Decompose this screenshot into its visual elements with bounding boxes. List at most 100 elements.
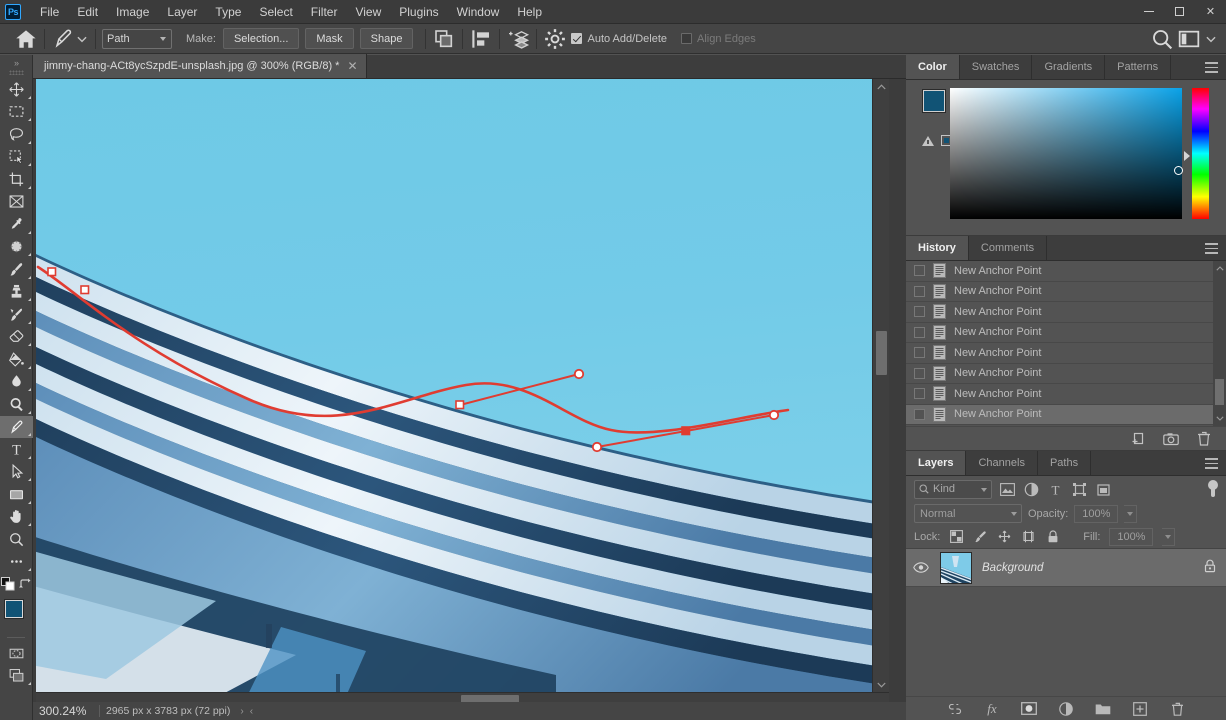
delete-layer-icon[interactable]: [1169, 701, 1185, 717]
auto-add-delete-checkbox[interactable]: Auto Add/Delete: [571, 33, 667, 45]
menu-type[interactable]: Type: [206, 1, 250, 23]
tab-comments[interactable]: Comments: [969, 236, 1048, 260]
menu-plugins[interactable]: Plugins: [390, 1, 447, 23]
history-state-row[interactable]: New Anchor Point: [906, 302, 1226, 323]
history-source-checkbox[interactable]: [914, 347, 925, 359]
eye-icon[interactable]: [912, 562, 930, 573]
canvas-area[interactable]: [33, 79, 906, 720]
history-scrollbar[interactable]: [1213, 261, 1226, 426]
opacity-value[interactable]: 100%: [1074, 504, 1119, 523]
menu-file[interactable]: File: [31, 1, 68, 23]
tool-mode-select[interactable]: Path: [102, 28, 172, 49]
hue-slider-marker[interactable]: [1184, 151, 1190, 161]
gear-icon[interactable]: [543, 28, 567, 50]
history-state-row[interactable]: New Anchor Point: [906, 343, 1226, 364]
history-source-checkbox[interactable]: [914, 388, 925, 400]
default-colors-icon[interactable]: [1, 576, 15, 594]
history-source-checkbox[interactable]: [914, 306, 925, 318]
history-scroll-down-icon[interactable]: [1213, 411, 1226, 426]
minimize-button[interactable]: [1133, 0, 1164, 24]
new-snapshot-icon[interactable]: [1163, 431, 1179, 447]
opacity-stepper-icon[interactable]: [1124, 504, 1138, 523]
menu-select[interactable]: Select: [250, 1, 301, 23]
tool-eyedropper[interactable]: [0, 213, 33, 236]
layer-row-background[interactable]: Background: [906, 549, 1226, 587]
make-shape-button[interactable]: Shape: [359, 28, 414, 49]
tool-move[interactable]: [0, 78, 33, 101]
color-foreground-swatch[interactable]: [922, 89, 946, 113]
color-field[interactable]: [950, 88, 1183, 219]
hue-slider[interactable]: [1184, 88, 1209, 219]
swap-colors-icon[interactable]: [19, 578, 31, 593]
history-source-checkbox[interactable]: [914, 265, 925, 277]
canvas-vertical-scrollbar[interactable]: [872, 79, 889, 706]
make-mask-button[interactable]: Mask: [305, 28, 354, 49]
pen-tool-icon[interactable]: [51, 28, 75, 50]
tool-rectangular-marquee[interactable]: [0, 101, 33, 124]
scroll-up-icon[interactable]: [873, 79, 889, 94]
close-button[interactable]: ✕: [1195, 0, 1226, 24]
tool-frame[interactable]: [0, 191, 33, 214]
document-tab[interactable]: jimmy-chang-ACt8ycSzpdE-unsplash.jpg @ 3…: [33, 54, 367, 78]
layers-panel-menu-icon[interactable]: [1205, 458, 1218, 469]
tool-object-selection[interactable]: [0, 146, 33, 169]
document-canvas[interactable]: [36, 79, 889, 706]
workspace-icon[interactable]: [1177, 28, 1201, 50]
tool-blur[interactable]: [0, 371, 33, 394]
history-state-list[interactable]: New Anchor Point New Anchor Point New An…: [906, 261, 1226, 426]
filter-adjustment-icon[interactable]: [1023, 481, 1040, 498]
new-document-from-state-icon[interactable]: [1130, 431, 1146, 447]
foreground-color-swatch[interactable]: [4, 599, 24, 619]
make-selection-button[interactable]: Selection...: [222, 28, 300, 49]
fill-stepper-icon[interactable]: [1162, 527, 1176, 546]
menu-image[interactable]: Image: [107, 1, 158, 23]
menu-help[interactable]: Help: [508, 1, 551, 23]
home-icon[interactable]: [14, 28, 38, 50]
path-arrangement-icon[interactable]: [506, 28, 530, 50]
tab-channels[interactable]: Channels: [966, 451, 1038, 475]
status-expand-icon[interactable]: ›: [240, 706, 243, 717]
tool-preset-chevron-down-icon[interactable]: [75, 28, 89, 50]
tab-layers[interactable]: Layers: [906, 451, 967, 475]
toolbar-drag-handle[interactable]: [8, 70, 24, 75]
tab-gradients[interactable]: Gradients: [1032, 55, 1106, 79]
path-alignment-icon[interactable]: [469, 28, 493, 50]
tool-pen[interactable]: [0, 415, 33, 438]
tool-type[interactable]: T: [0, 438, 33, 461]
tool-clone-stamp[interactable]: [0, 281, 33, 304]
lock-position-icon[interactable]: [997, 529, 1012, 544]
menu-layer[interactable]: Layer: [158, 1, 206, 23]
tab-color[interactable]: Color: [906, 55, 960, 79]
filter-smart-object-icon[interactable]: [1095, 481, 1112, 498]
saturation-value-gradient[interactable]: [950, 88, 1182, 219]
tool-history-brush[interactable]: [0, 303, 33, 326]
layer-lock-icon[interactable]: [1204, 559, 1216, 576]
history-state-row[interactable]: New Anchor Point: [906, 364, 1226, 384]
new-group-icon[interactable]: [1095, 701, 1111, 717]
toolbar-collapse-button[interactable]: »: [0, 55, 32, 70]
tool-hand[interactable]: [0, 506, 33, 529]
history-panel-menu-icon[interactable]: [1205, 243, 1218, 254]
close-icon[interactable]: ✕: [347, 60, 357, 72]
zoom-level-field[interactable]: 300.24%: [33, 704, 93, 718]
lock-artboard-nesting-icon[interactable]: [1021, 529, 1036, 544]
tab-patterns[interactable]: Patterns: [1105, 55, 1172, 79]
filter-pixel-icon[interactable]: [999, 481, 1016, 498]
lock-transparent-pixels-icon[interactable]: [949, 529, 964, 544]
history-source-checkbox[interactable]: [914, 408, 925, 420]
add-layer-mask-icon[interactable]: [1021, 701, 1037, 717]
tool-gradient[interactable]: [0, 348, 33, 371]
history-source-checkbox[interactable]: [914, 367, 925, 379]
tab-swatches[interactable]: Swatches: [960, 55, 1033, 79]
history-source-checkbox[interactable]: [914, 326, 925, 338]
layer-kind-filter[interactable]: Kind: [914, 479, 992, 499]
vertical-scroll-thumb[interactable]: [876, 331, 887, 375]
history-scroll-up-icon[interactable]: [1213, 261, 1226, 276]
tool-zoom[interactable]: [0, 528, 33, 551]
menu-view[interactable]: View: [346, 1, 390, 23]
status-collapse-icon[interactable]: ‹: [250, 706, 253, 717]
menu-edit[interactable]: Edit: [68, 1, 107, 23]
quick-mask-icon[interactable]: [0, 642, 33, 665]
screen-mode-icon[interactable]: [0, 665, 33, 688]
tool-edit-toolbar[interactable]: [0, 551, 33, 574]
